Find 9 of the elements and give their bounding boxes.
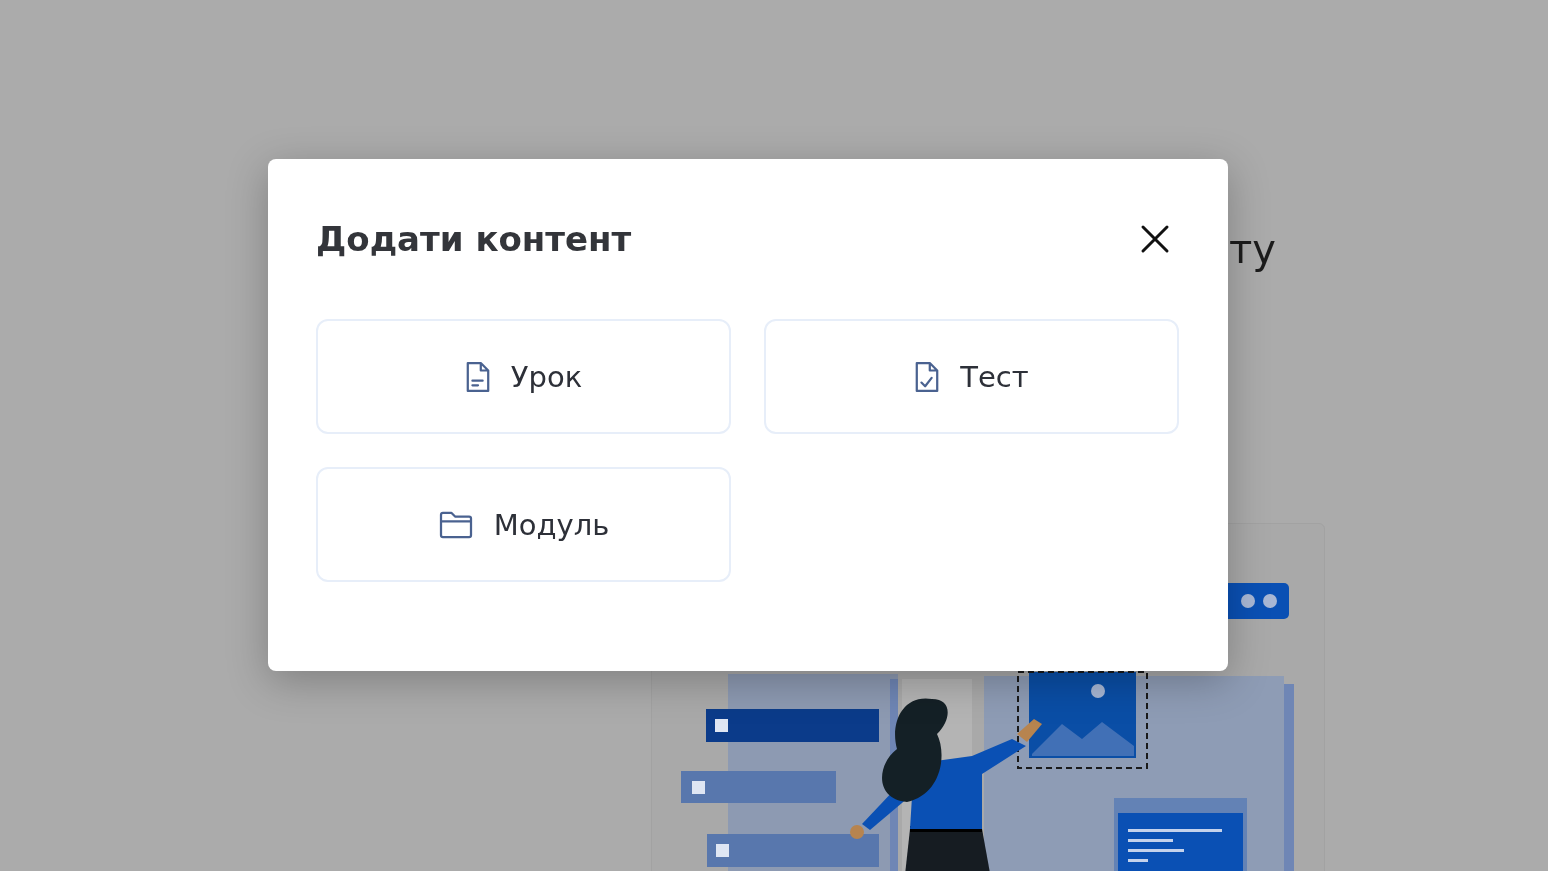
document-icon (464, 359, 491, 394)
content-type-button[interactable]: Тест (764, 319, 1179, 434)
close-icon[interactable] (1140, 224, 1170, 254)
dialog-title: Додати контент (316, 219, 632, 259)
page-heading: ту (1229, 226, 1276, 272)
content-type-button[interactable]: Модуль (316, 467, 731, 582)
document-check-icon (914, 359, 941, 394)
folder-icon (437, 509, 474, 540)
content-type-button[interactable]: Урок (316, 319, 731, 434)
